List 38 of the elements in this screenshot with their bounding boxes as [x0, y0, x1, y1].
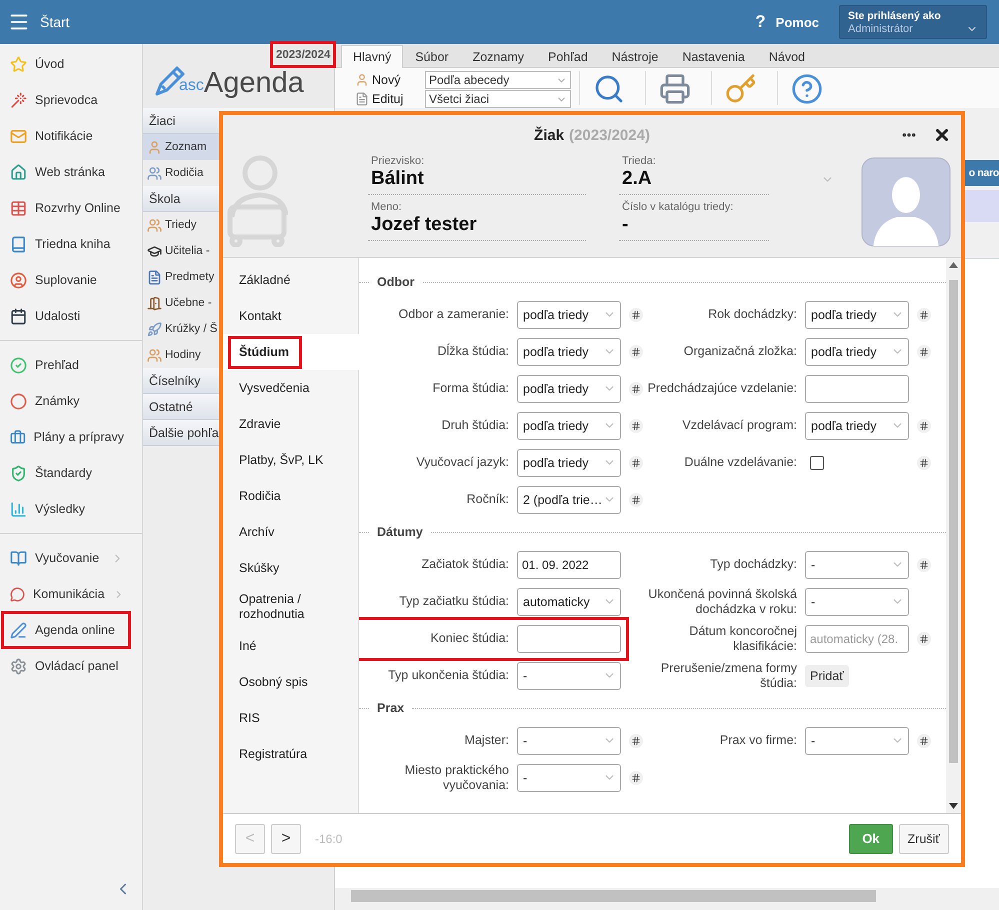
- field-label: Priezvisko:: [371, 155, 426, 167]
- dialog-subtitle: (2023/2024): [569, 126, 650, 144]
- field-label: Meno:: [371, 201, 403, 213]
- field-label: Predchádzajúce vzdelanie:: [647, 381, 797, 396]
- field-label: Odbor a zameranie:: [398, 307, 509, 322]
- section-title: Dátumy: [377, 525, 423, 539]
- field-label: Miesto praktického vyučovania:: [404, 763, 509, 792]
- field-value: Jozef tester: [371, 213, 478, 237]
- field-label: Dátum koncoročnej klasifikácie:: [688, 624, 797, 653]
- field-label: Dĺžka štúdia:: [436, 344, 509, 359]
- field-label: Začiatok štúdia:: [420, 557, 509, 572]
- field-label: Majster:: [464, 733, 509, 748]
- field-label: Prerušenie/zmena formy štúdia:: [660, 661, 797, 690]
- user-caption: Ste prihlásený ako: [848, 10, 942, 22]
- field-value: 2.A: [622, 167, 652, 191]
- field-label: Forma štúdia:: [432, 381, 509, 396]
- record-counter: -16:0: [315, 832, 344, 846]
- field-label: Koniec štúdia:: [429, 631, 509, 646]
- field-label: Ukončená povinná školská dochádzka v roku:: [647, 587, 797, 616]
- field-label: Typ začiatku štúdia:: [398, 594, 509, 609]
- section-title: Prax: [377, 701, 404, 715]
- field-label: Druh štúdia:: [440, 418, 509, 433]
- field-label: Trieda:: [622, 155, 657, 167]
- field-label: Typ ukončenia štúdia:: [387, 668, 509, 683]
- field-label: Rok dochádzky:: [707, 307, 797, 322]
- field-value: Bálint: [371, 167, 425, 191]
- field-label: Ročník:: [466, 492, 509, 507]
- field-label: Duálne vzdelávanie:: [683, 455, 797, 470]
- dialog-title: Žiak: [534, 126, 564, 144]
- field-label: Vzdelávací program:: [681, 418, 797, 433]
- user-name: Administrátor: [848, 22, 914, 34]
- field-label: Vyučovací jazyk:: [415, 455, 509, 470]
- field-value: -: [622, 213, 630, 237]
- field-label: Typ dochádzky:: [709, 557, 797, 572]
- section-title: Odbor: [377, 275, 414, 289]
- field-label: Prax vo firme:: [718, 733, 797, 748]
- field-label: Organizačná zložka:: [682, 344, 797, 359]
- field-label: Číslo v katalógu triedy:: [622, 201, 734, 213]
